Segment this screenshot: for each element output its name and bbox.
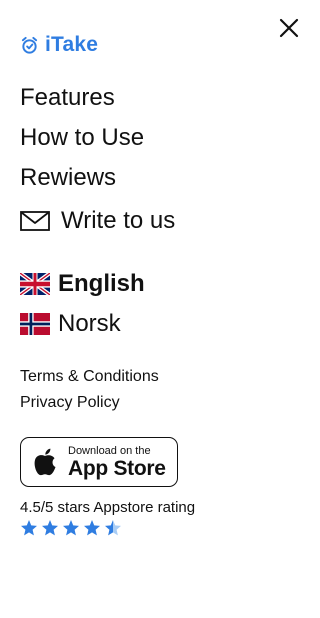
norway-flag-icon	[20, 313, 50, 335]
language-norsk[interactable]: Norsk	[20, 304, 121, 344]
legal-links: Terms & Conditions Privacy Policy	[20, 364, 159, 416]
rating-stars	[20, 519, 122, 537]
star-icon	[42, 520, 58, 536]
terms-link[interactable]: Terms & Conditions	[20, 364, 159, 390]
apple-icon	[32, 447, 58, 477]
uk-flag-icon	[20, 273, 50, 295]
brand-name: iTake	[45, 33, 99, 56]
brand-logo[interactable]: iTake	[20, 33, 98, 57]
star-icon	[105, 520, 121, 536]
alarm-clock-icon	[20, 36, 39, 55]
language-norsk-label: Norsk	[58, 310, 121, 337]
close-icon	[279, 18, 299, 38]
app-store-title: App Store	[68, 456, 166, 480]
main-nav: Features How to Use Rewiews	[20, 78, 144, 198]
language-english[interactable]: English	[20, 264, 145, 304]
close-menu-button[interactable]	[278, 17, 300, 39]
nav-item-reviews[interactable]: Rewiews	[20, 158, 144, 198]
privacy-link[interactable]: Privacy Policy	[20, 390, 159, 416]
write-to-us-link[interactable]: Write to us	[20, 202, 175, 240]
star-icon	[63, 520, 79, 536]
nav-item-how-to-use[interactable]: How to Use	[20, 118, 144, 158]
envelope-icon	[20, 211, 50, 231]
rating-text: 4.5/5 stars Appstore rating	[20, 499, 196, 516]
app-store-subtitle: Download on the	[68, 444, 151, 457]
nav-item-features[interactable]: Features	[20, 78, 144, 118]
language-english-label: English	[58, 270, 145, 297]
write-to-us-label: Write to us	[61, 207, 176, 234]
star-icon	[21, 520, 37, 536]
star-icon	[84, 520, 100, 536]
app-store-button[interactable]: Download on the App Store	[20, 437, 178, 487]
